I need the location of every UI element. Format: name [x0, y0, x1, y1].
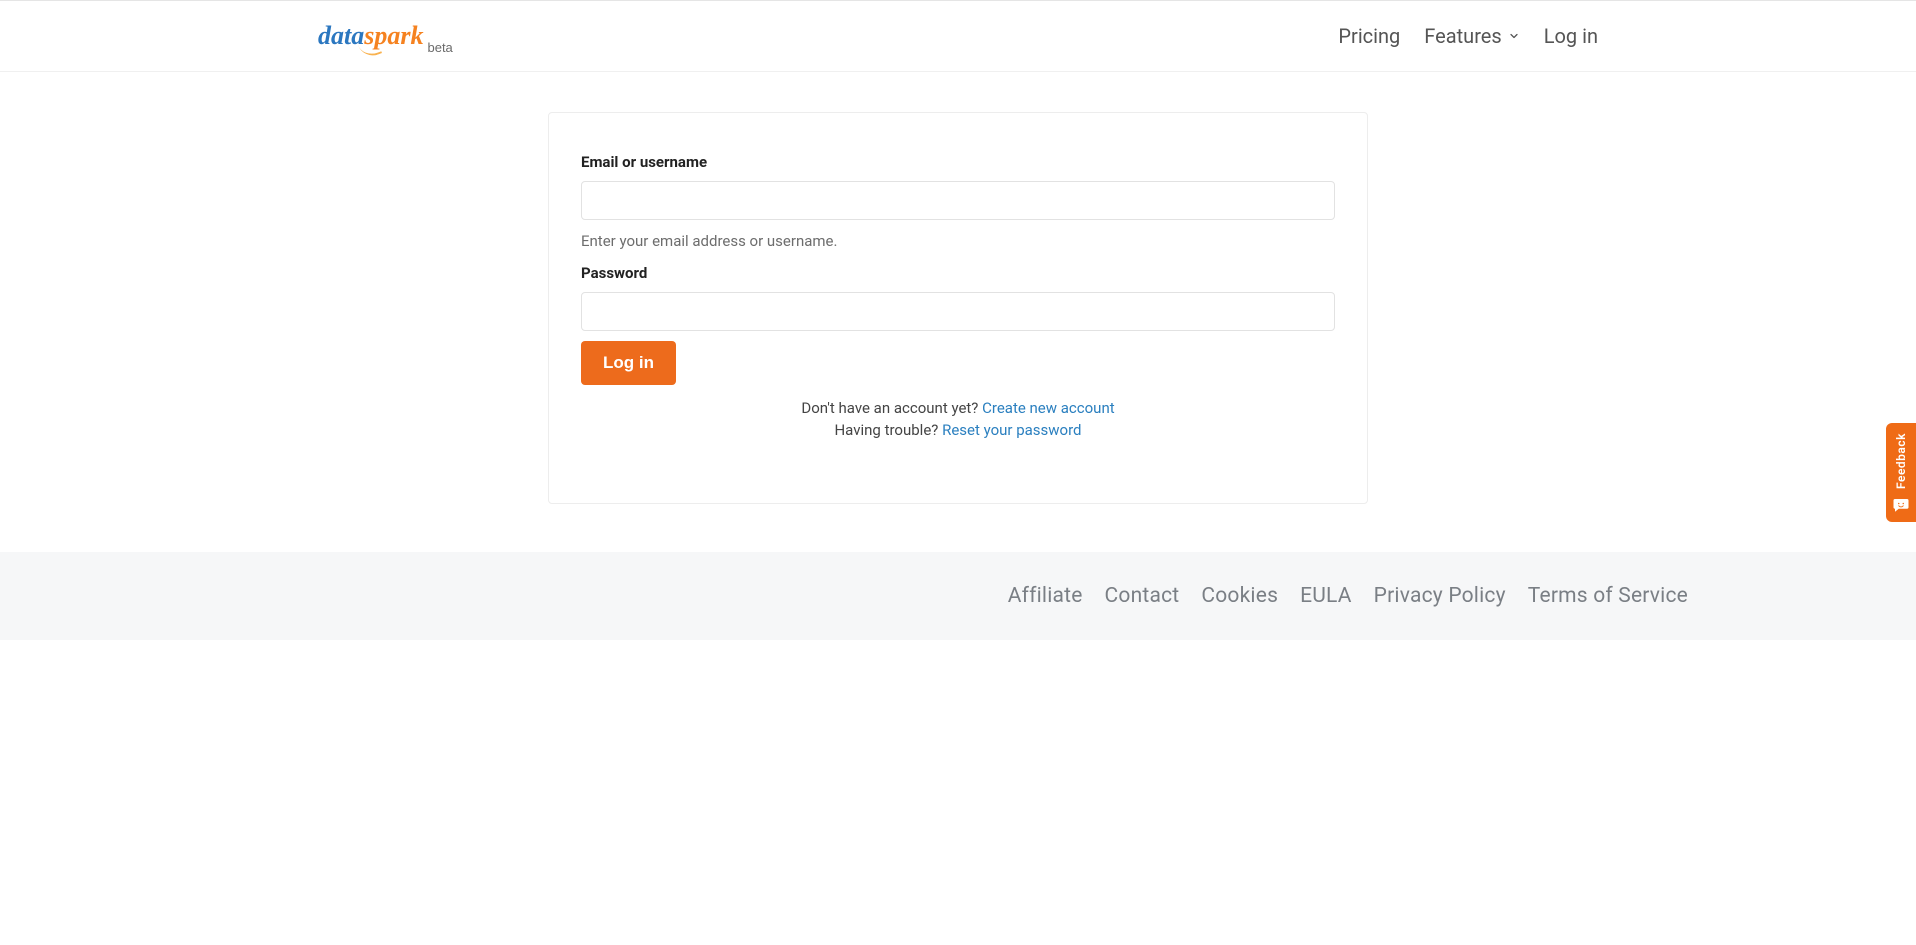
footer-link-affiliate[interactable]: Affiliate: [1008, 584, 1083, 608]
no-account-text: Don't have an account yet?: [801, 399, 982, 417]
nav-features[interactable]: Features: [1424, 24, 1519, 48]
feedback-tab[interactable]: Feedback: [1886, 423, 1916, 523]
email-help-text: Enter your email address or username.: [581, 232, 1335, 250]
email-field[interactable]: [581, 181, 1335, 220]
footer-link-cookies[interactable]: Cookies: [1201, 584, 1278, 608]
site-footer: Affiliate Contact Cookies EULA Privacy P…: [0, 552, 1916, 640]
nav-login[interactable]: Log in: [1544, 24, 1598, 48]
footer-link-privacy[interactable]: Privacy Policy: [1374, 584, 1506, 608]
main-content: Email or username Enter your email addre…: [0, 72, 1916, 552]
trouble-text: Having trouble?: [834, 421, 942, 439]
primary-nav: Pricing Features Log in: [1338, 24, 1598, 48]
login-card: Email or username Enter your email addre…: [548, 112, 1368, 504]
email-label: Email or username: [581, 153, 1335, 171]
footer-link-contact[interactable]: Contact: [1105, 584, 1180, 608]
nav-features-label: Features: [1424, 24, 1501, 48]
brand-text-spark: spark: [364, 21, 423, 51]
nav-pricing[interactable]: Pricing: [1338, 24, 1400, 48]
reset-password-link[interactable]: Reset your password: [942, 421, 1081, 439]
footer-link-eula[interactable]: EULA: [1300, 584, 1352, 608]
brand-beta-badge: beta: [427, 40, 452, 55]
feedback-label: Feedback: [1894, 433, 1908, 489]
password-field[interactable]: [581, 292, 1335, 331]
create-account-link[interactable]: Create new account: [982, 399, 1115, 417]
site-header: dataspark beta Pricing Features Log in: [0, 0, 1916, 72]
footer-link-terms[interactable]: Terms of Service: [1528, 584, 1688, 608]
brand-text-data: data: [318, 21, 364, 51]
brand-logo[interactable]: dataspark beta: [318, 21, 453, 51]
chevron-down-icon: [1508, 30, 1520, 42]
password-label: Password: [581, 264, 1335, 282]
chat-icon: [1892, 496, 1910, 514]
login-button[interactable]: Log in: [581, 341, 676, 385]
